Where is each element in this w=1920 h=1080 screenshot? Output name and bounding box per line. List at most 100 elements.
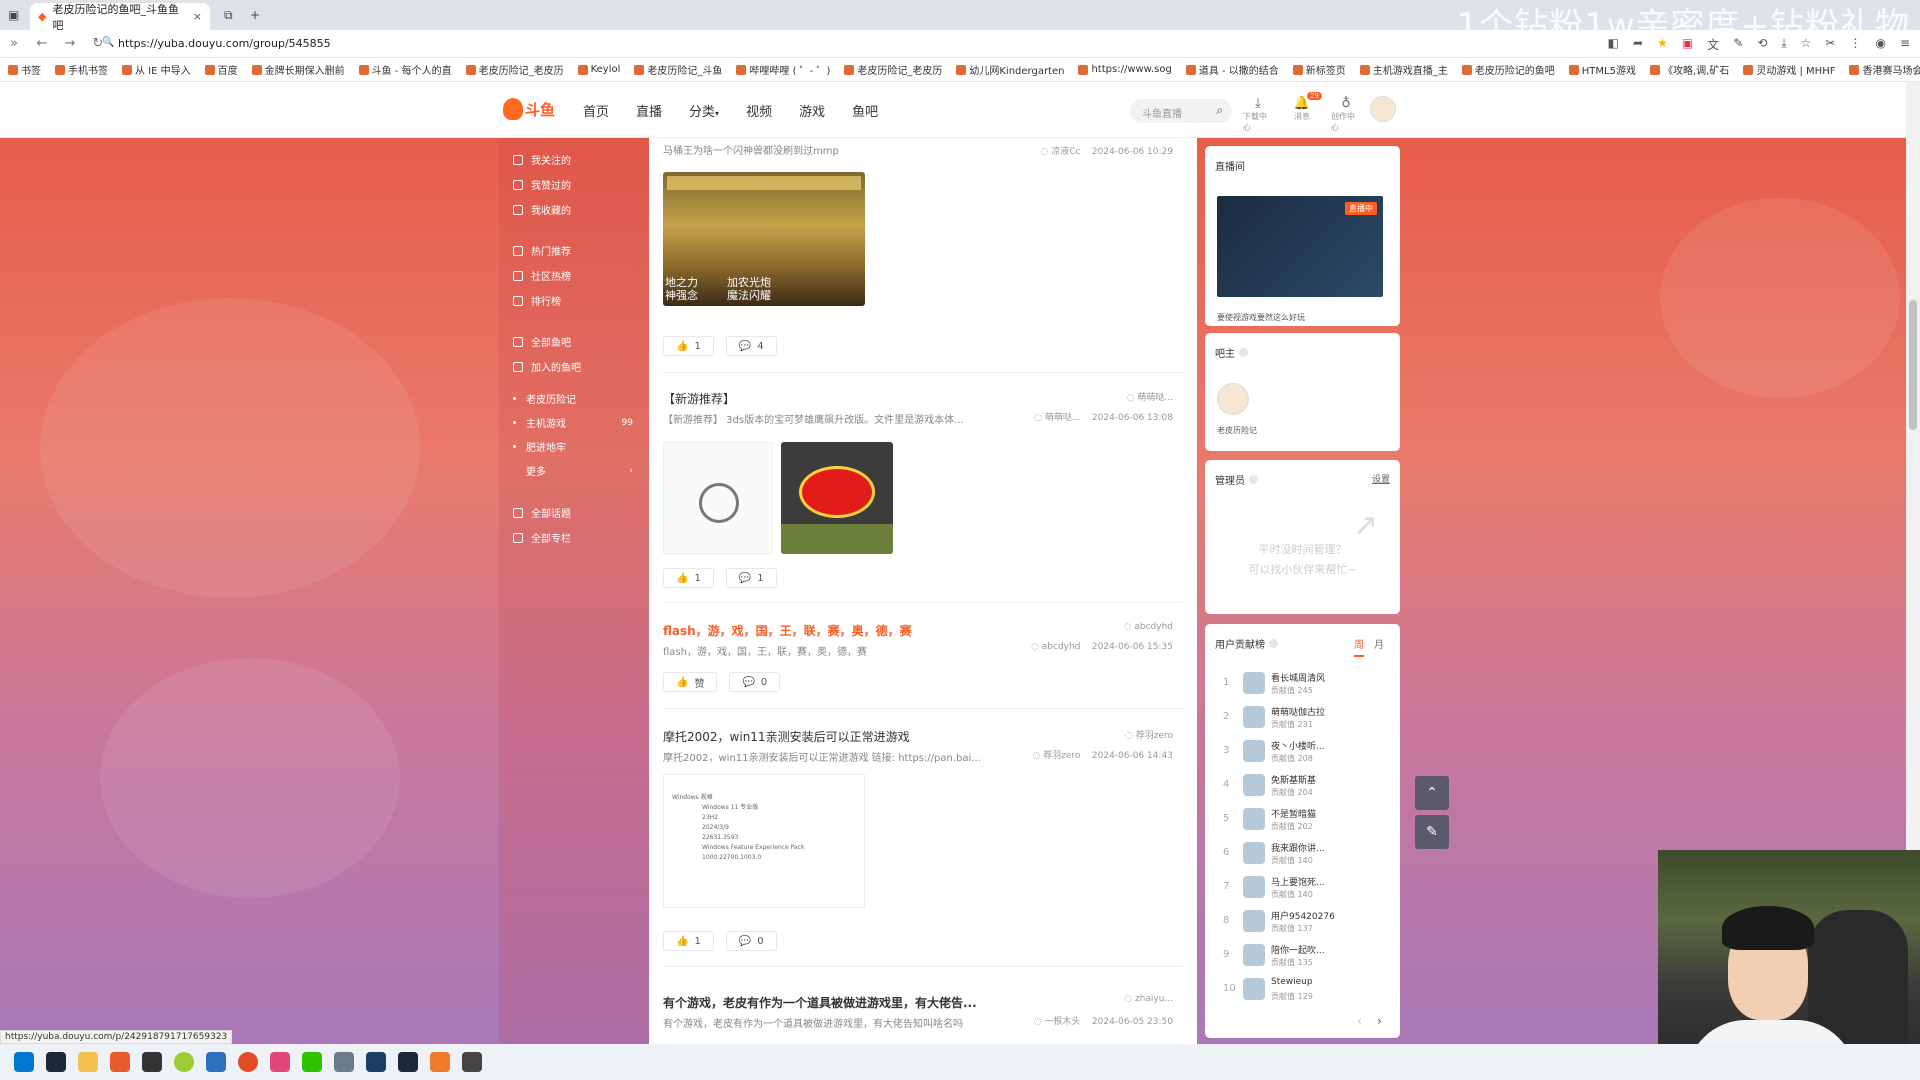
like-button[interactable]: 👍 1: [663, 931, 714, 951]
help-icon[interactable]: [1249, 475, 1258, 484]
post-author[interactable]: 萌萌哒...: [1137, 393, 1173, 403]
live-caption[interactable]: 要使视游戏要然这么好玩: [1217, 312, 1305, 323]
rank-row[interactable]: 5 不是暂暗猫 贡献值 202: [1213, 804, 1393, 834]
sidebar-item-following[interactable]: 我关注的: [513, 152, 571, 167]
history-icon[interactable]: ⟲: [1757, 36, 1767, 53]
tab-week[interactable]: 周: [1354, 636, 1364, 657]
nav-video[interactable]: 视频: [746, 101, 772, 120]
app-icon[interactable]: [270, 1052, 290, 1072]
post-card[interactable]: 马桶王为啥一个闪神兽都没刷到过mmp ◌ 凉液Cc 2024-06-06 10:…: [663, 142, 1183, 373]
post-excerpt[interactable]: 摩托2002，win11亲测安装后可以正常进游戏 链接: https://pan…: [663, 749, 993, 764]
rank-name[interactable]: 用户95420276: [1271, 909, 1335, 922]
rank-row[interactable]: 7 马上要饱死... 贡献值 140: [1213, 872, 1393, 902]
steam-icon[interactable]: [398, 1052, 418, 1072]
screenshot-icon[interactable]: ◧: [1608, 36, 1619, 53]
windows-start-icon[interactable]: [14, 1052, 34, 1072]
bookmark-item[interactable]: 老皮历险记_老皮历: [844, 62, 942, 77]
search-icon[interactable]: ⌕: [1216, 103, 1223, 118]
like-button[interactable]: 👍 赞: [663, 672, 718, 692]
app-icon[interactable]: [206, 1052, 226, 1072]
bookmark-item[interactable]: 老皮历险记_老皮历: [465, 62, 564, 77]
bookmark-item[interactable]: 从 IE 中导入: [122, 62, 191, 77]
tab-close-icon[interactable]: ×: [193, 10, 202, 23]
rank-row[interactable]: 9 陪你一起吹... 贡献值 135: [1213, 940, 1393, 970]
bookmark-item[interactable]: 手机书签: [55, 62, 108, 77]
tools-icon[interactable]: ✂: [1825, 36, 1835, 53]
browser-tab[interactable]: ◆ 老皮历险记的鱼吧_斗鱼鱼吧 ×: [30, 3, 210, 32]
live-preview[interactable]: 直播中: [1217, 196, 1383, 297]
rank-avatar[interactable]: [1243, 706, 1265, 728]
post-excerpt[interactable]: 有个游戏，老皮有作为一个道具被做进游戏里，有大佬告知叫啥名吗: [663, 1015, 993, 1030]
post-author[interactable]: abcdyhd: [1042, 642, 1081, 652]
bookmark-item[interactable]: 主机游戏直播_主: [1359, 62, 1448, 77]
prev-page-icon[interactable]: ‹: [1357, 1014, 1362, 1028]
post-card[interactable]: 【新游推荐】 【新游推荐】 3ds版本的宝可梦雄鹰飙升改版。文件里是游戏本体..…: [663, 390, 1183, 603]
post-excerpt[interactable]: flash，游，戏，国，王，联，赛，奥，德，赛: [663, 643, 993, 658]
sidebar-sub-more[interactable]: 更多 ›: [513, 463, 633, 479]
sidebar-toggle-icon[interactable]: »: [0, 36, 28, 51]
nav-game[interactable]: 游戏: [799, 101, 825, 120]
file-explorer-icon[interactable]: [78, 1052, 98, 1072]
tab-actions-icon[interactable]: ▣: [8, 8, 19, 22]
nav-yuba[interactable]: 鱼吧: [852, 101, 878, 120]
bookmark-item[interactable]: 香港赛马场会: [1849, 62, 1920, 77]
rank-row[interactable]: 10 Stewieup 贡献值 129: [1213, 974, 1393, 1004]
sidebar-item-all-topics[interactable]: 全部话题: [513, 505, 571, 520]
menu-dots-icon[interactable]: ⋮: [1849, 36, 1861, 53]
bookmark-item[interactable]: 书签: [8, 62, 41, 77]
back-to-top-button[interactable]: ⌃: [1415, 776, 1449, 810]
bookmark-item[interactable]: 老皮历险记_斗鱼: [634, 62, 722, 77]
post-image[interactable]: [663, 442, 773, 554]
like-button[interactable]: 👍 1: [663, 336, 714, 356]
back-icon[interactable]: ←: [28, 36, 56, 51]
post-author[interactable]: 一根木头: [1044, 1017, 1080, 1027]
comment-button[interactable]: 💬 0: [725, 931, 777, 951]
post-title[interactable]: 摩托2002，win11亲测安装后可以正常进游戏: [663, 728, 1183, 745]
post-author[interactable]: zhaiyu...: [1135, 994, 1173, 1004]
browser-menu-icon[interactable]: ≡: [1900, 36, 1910, 53]
rank-name[interactable]: 我来跟你讲...: [1271, 841, 1325, 854]
bookmark-item[interactable]: 百度: [204, 62, 238, 77]
post-title[interactable]: flash，游，戏，国，王，联，赛，奥，德，赛: [663, 622, 1183, 639]
bookmark-item[interactable]: 幼儿网Kindergarten: [956, 62, 1064, 77]
post-excerpt[interactable]: 【新游推荐】 3ds版本的宝可梦雄鹰飙升改版。文件里是游戏本体...: [663, 411, 993, 426]
bookmark-item[interactable]: 斗鱼 - 每个人的直: [358, 62, 452, 77]
post-image[interactable]: [781, 442, 893, 554]
new-post-button[interactable]: ✎: [1415, 815, 1449, 849]
rank-name[interactable]: Stewieup: [1271, 977, 1313, 987]
rank-name[interactable]: 免斯基斯基: [1271, 773, 1316, 786]
next-page-icon[interactable]: ›: [1377, 1014, 1382, 1028]
rank-avatar[interactable]: [1243, 910, 1265, 932]
sidebar-item-all-yuba[interactable]: 全部鱼吧: [513, 334, 571, 349]
bookmark-item[interactable]: HTML5游戏: [1568, 62, 1636, 77]
post-title[interactable]: 【新游推荐】: [663, 390, 1183, 407]
post-excerpt[interactable]: 马桶王为啥一个闪神兽都没刷到过mmp: [663, 142, 993, 157]
rank-avatar[interactable]: [1243, 672, 1265, 694]
douyu-logo[interactable]: 斗鱼: [503, 96, 561, 122]
sidebar-sub-dungeon[interactable]: 肥进地牢: [513, 439, 633, 454]
chrome-icon[interactable]: [238, 1052, 258, 1072]
creator-center-button[interactable]: ♁ 创作中心: [1331, 96, 1361, 133]
app-icon[interactable]: [110, 1052, 130, 1072]
bookmark-item[interactable]: 新标签页: [1292, 62, 1346, 77]
rank-row[interactable]: 3 夜丶小楼听... 贡献值 208: [1213, 736, 1393, 766]
post-card[interactable]: flash，游，戏，国，王，联，赛，奥，德，赛 flash，游，戏，国，王，联，…: [663, 622, 1183, 709]
bookmark-item[interactable]: 金牌长期保入删前: [251, 62, 345, 77]
share-icon[interactable]: ➦: [1633, 36, 1643, 53]
post-title[interactable]: 有个游戏，老皮有作为一个道具被做进游戏里，有大佬告...: [663, 994, 1183, 1011]
sidebar-sub-laopi[interactable]: 老皮历险记: [513, 391, 633, 406]
post-image[interactable]: 地之力 神强念 加农光炮 魔法闪耀: [663, 172, 865, 306]
post-author[interactable]: 荐羽zero: [1136, 731, 1173, 741]
help-icon[interactable]: [1269, 639, 1278, 648]
rank-name[interactable]: 萌萌哒伽古拉: [1271, 705, 1325, 718]
favorite-star-icon[interactable]: ★: [1657, 36, 1668, 53]
sidebar-sub-console[interactable]: 主机游戏 99: [513, 415, 633, 430]
rank-row[interactable]: 2 萌萌哒伽古拉 贡献值 231: [1213, 702, 1393, 732]
bookmark-item[interactable]: 《攻略,调,矿石: [1649, 62, 1729, 77]
download-icon[interactable]: ⤓: [1781, 36, 1786, 53]
rank-avatar[interactable]: [1243, 774, 1265, 796]
search-input[interactable]: 斗鱼直播 ⌕: [1130, 99, 1232, 123]
app-icon[interactable]: [142, 1052, 162, 1072]
comment-button[interactable]: 💬 0: [729, 672, 781, 692]
extension-icon[interactable]: ▣: [1682, 36, 1693, 53]
